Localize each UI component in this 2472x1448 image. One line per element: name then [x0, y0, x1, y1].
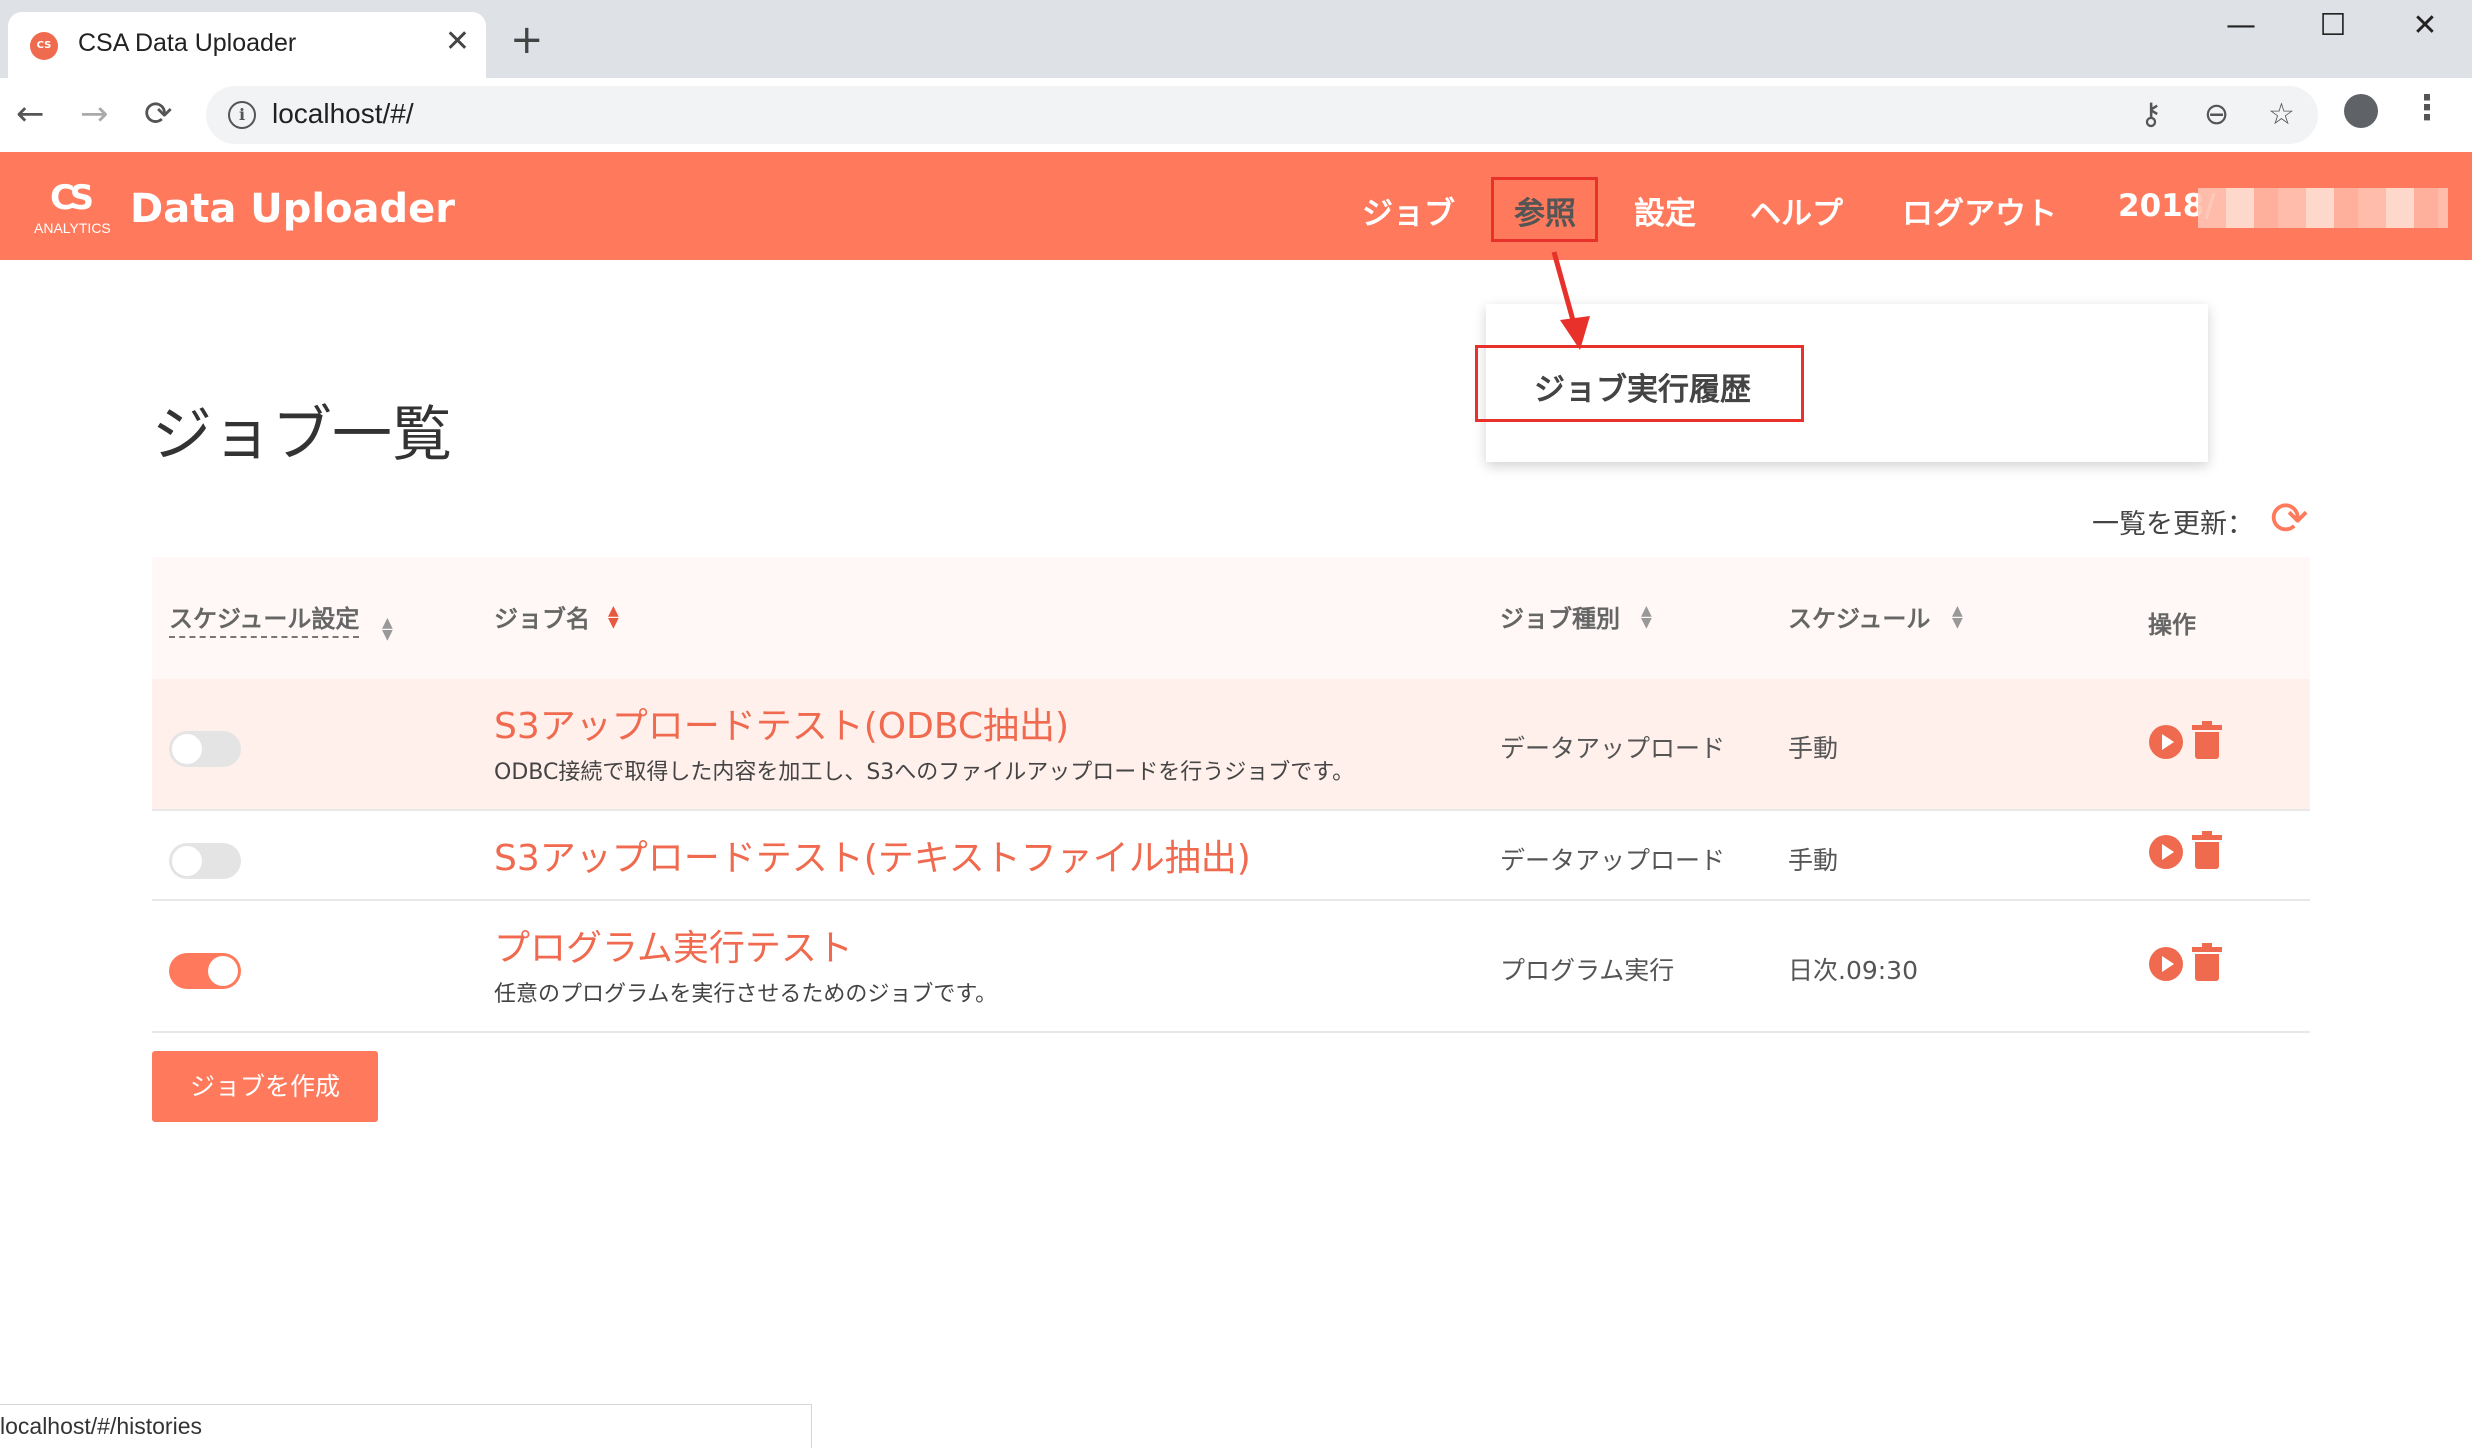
sort-icon[interactable]: ▲ ▼ — [608, 604, 619, 630]
maximize-button[interactable]: ☐ — [2288, 6, 2378, 46]
menu-item-job-history[interactable]: ジョブ実行履歴 — [1534, 364, 1751, 409]
delete-job-icon[interactable] — [2192, 943, 2222, 981]
logo-subtitle: ANALYTICS — [34, 220, 111, 236]
nav-logout[interactable]: ログアウト — [1902, 188, 2057, 233]
tab-title: CSA Data Uploader — [78, 29, 297, 57]
favicon-icon: CS — [30, 32, 58, 60]
table-header: スケジュール設定 ▲ ▼ ジョブ名 ▲ ▼ ジョブ種別 ▲ ▼ スケジュール ▲ ▼ 操… — [152, 557, 2310, 679]
app-header: CS ANALYTICS Data Uploader ジョブ 参照 設定 ヘルプ… — [0, 152, 2472, 260]
reload-icon[interactable]: ⟳ — [144, 92, 173, 136]
logo[interactable]: CS ANALYTICS — [34, 178, 124, 238]
job-description: 任意のプログラムを実行させるためのジョブです。 — [494, 982, 998, 1007]
app-title[interactable]: Data Uploader — [130, 186, 455, 232]
site-info-icon[interactable]: i — [228, 101, 256, 129]
job-name-link[interactable]: S3アップロードテスト(テキストファイル抽出) — [494, 829, 1251, 881]
run-job-icon[interactable] — [2149, 725, 2183, 759]
job-type: プログラム実行 — [1500, 956, 1675, 985]
bookmark-star-icon[interactable]: ☆ — [2268, 96, 2295, 134]
key-icon[interactable]: ⚷ — [2140, 96, 2162, 134]
nav-help[interactable]: ヘルプ — [1750, 188, 1843, 233]
job-schedule: 手動 — [1788, 846, 1839, 875]
address-bar[interactable]: i localhost/#/ ⚷ ⊖ ☆ — [206, 86, 2318, 144]
run-job-icon[interactable] — [2149, 947, 2183, 981]
column-job-type[interactable]: ジョブ種別 — [1500, 599, 1620, 634]
refresh-label: 一覧を更新： — [2092, 509, 2254, 540]
column-schedule-setting[interactable]: スケジュール設定 — [169, 599, 360, 638]
column-schedule[interactable]: スケジュール — [1788, 599, 1930, 634]
table-row: S3アップロードテスト(テキストファイル抽出) データアップロード 手動 — [152, 811, 2310, 901]
table-row: プログラム実行テスト 任意のプログラムを実行させるためのジョブです。 プログラム… — [152, 901, 2310, 1033]
url-text[interactable]: localhost/#/ — [272, 98, 414, 130]
create-job-button[interactable]: ジョブを作成 — [152, 1051, 378, 1122]
browser-tab[interactable]: CS CSA Data Uploader ✕ — [8, 12, 486, 78]
job-name-link[interactable]: S3アップロードテスト(ODBC抽出) — [494, 697, 1069, 749]
schedule-toggle[interactable] — [169, 953, 241, 989]
run-job-icon[interactable] — [2149, 835, 2183, 869]
forward-arrow-icon[interactable]: → — [80, 92, 109, 136]
zoom-icon[interactable]: ⊖ — [2204, 96, 2229, 134]
delete-job-icon[interactable] — [2192, 721, 2222, 759]
nav-jobs[interactable]: ジョブ — [1362, 188, 1455, 233]
browser-toolbar: ← → ⟳ i localhost/#/ ⚷ ⊖ ☆ ⋮ — [0, 78, 2472, 153]
logo-symbol: CS — [50, 178, 94, 218]
sort-icon[interactable]: ▲ ▼ — [1952, 604, 1963, 630]
job-description: ODBC接続で取得した内容を加工し、S3へのファイルアップロードを行うジョブです… — [494, 760, 1355, 785]
redacted-date — [2198, 188, 2448, 228]
column-job-name[interactable]: ジョブ名 — [494, 599, 590, 634]
browser-menu-icon[interactable]: ⋮ — [2410, 88, 2444, 128]
schedule-toggle[interactable] — [169, 731, 241, 767]
status-url: localhost/#/histories — [0, 1413, 202, 1439]
sort-icon[interactable]: ▲ ▼ — [382, 616, 393, 642]
tab-close-icon[interactable]: ✕ — [445, 24, 470, 60]
job-type: データアップロード — [1500, 734, 1726, 763]
schedule-toggle[interactable] — [169, 843, 241, 879]
job-schedule: 日次.09:30 — [1788, 956, 1918, 985]
column-operations: 操作 — [2148, 611, 2196, 639]
nav-reference-highlight — [1491, 177, 1598, 242]
refresh-icon[interactable]: ⟳ — [2270, 494, 2309, 542]
annotation-arrow-icon — [1551, 251, 1590, 350]
browser-tab-strip: CS CSA Data Uploader ✕ + — ☐ ✕ — [0, 0, 2472, 78]
minimize-button[interactable]: — — [2196, 6, 2286, 46]
table-row: S3アップロードテスト(ODBC抽出) ODBC接続で取得した内容を加工し、S3… — [152, 679, 2310, 811]
job-name-link[interactable]: プログラム実行テスト — [494, 919, 853, 971]
back-arrow-icon[interactable]: ← — [16, 92, 45, 136]
job-type: データアップロード — [1500, 846, 1726, 875]
close-window-button[interactable]: ✕ — [2380, 6, 2470, 46]
delete-job-icon[interactable] — [2192, 831, 2222, 869]
profile-avatar-icon[interactable] — [2344, 94, 2378, 128]
job-schedule: 手動 — [1788, 734, 1839, 763]
page-title: ジョブ一覧 — [152, 400, 452, 470]
new-tab-button[interactable]: + — [510, 20, 544, 60]
nav-settings[interactable]: 設定 — [1634, 188, 1696, 233]
sort-icon[interactable]: ▲ ▼ — [1641, 604, 1652, 630]
browser-status-bar: localhost/#/histories — [0, 1404, 812, 1448]
